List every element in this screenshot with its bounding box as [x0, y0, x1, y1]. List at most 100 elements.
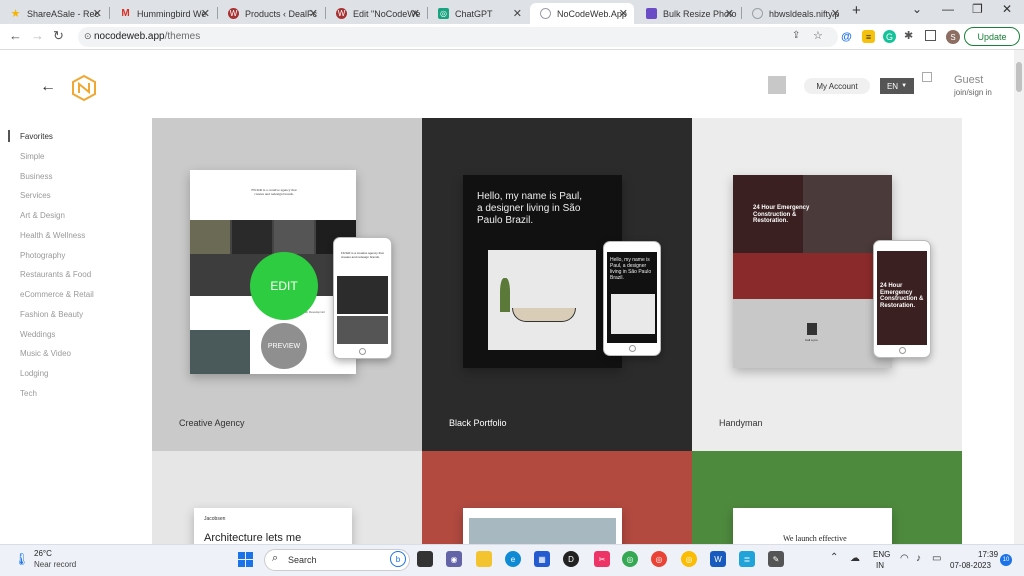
category-lodging[interactable]: Lodging	[20, 369, 48, 378]
mock-phone-headline: FILTeR is a creative agency that creates…	[341, 251, 384, 259]
caret-down-icon: ▼	[901, 83, 908, 89]
tab-search-chevron-icon[interactable]: ⌄	[912, 2, 922, 16]
maximize-icon[interactable]: ❐	[972, 2, 983, 16]
share-icon[interactable]: ⇪	[792, 30, 800, 41]
category-services[interactable]: Services	[20, 191, 51, 200]
at-extension-icon[interactable]: @	[840, 30, 853, 43]
reload-icon[interactable]: ↻	[53, 28, 64, 44]
theme-name: Handyman	[719, 418, 763, 428]
edge-icon[interactable]: e	[505, 551, 521, 567]
chrome-profile-icon[interactable]: ◎	[651, 551, 667, 567]
nocodeweb-logo[interactable]	[70, 74, 98, 102]
minimize-icon[interactable]: —	[942, 2, 954, 16]
volume-icon[interactable]: ♪	[916, 553, 921, 564]
tab-hbwsldeals[interactable]: hbwsldeals.nifty.p ✕	[742, 3, 846, 24]
category-music-video[interactable]: Music & Video	[20, 349, 71, 358]
word-icon[interactable]: W	[710, 551, 726, 567]
gmail-icon: M	[121, 8, 130, 19]
category-ecommerce-retail[interactable]: eCommerce & Retail	[20, 290, 94, 299]
forward-icon[interactable]: →	[31, 28, 44, 43]
tab-shareasale[interactable]: ★ ShareASale - Rec ✕	[0, 3, 108, 24]
url-host: nocodeweb.app	[94, 31, 165, 42]
extensions-puzzle-icon[interactable]: ✱	[904, 29, 913, 42]
search-icon: ⌕	[272, 552, 279, 564]
tray-chevron-icon[interactable]: ⌃	[830, 552, 838, 563]
task-view-icon[interactable]	[417, 551, 433, 567]
profile-avatar[interactable]: S	[946, 30, 960, 44]
weather-temperature[interactable]: 26°C	[34, 549, 52, 558]
category-art-design[interactable]: Art & Design	[20, 211, 65, 220]
notepad-icon[interactable]: ≣	[739, 551, 755, 567]
tab-nocodeweb-active[interactable]: NoCodeWeb.App ✕	[530, 3, 634, 24]
taskbar-search-box[interactable]	[264, 549, 410, 571]
category-weddings[interactable]: Weddings	[20, 330, 55, 339]
file-explorer-icon[interactable]	[476, 551, 492, 567]
battery-icon[interactable]: ▭	[932, 553, 941, 564]
snipping-tool-icon[interactable]: ✂	[594, 551, 610, 567]
chrome-other-icon[interactable]: ◎	[681, 551, 697, 567]
teams-chat-icon[interactable]: ◉	[446, 551, 462, 567]
category-restaurants-food[interactable]: Restaurants & Food	[20, 270, 91, 279]
back-icon[interactable]: ←	[9, 28, 22, 43]
category-simple[interactable]: Simple	[20, 152, 44, 161]
honey-extension-icon[interactable]: ≡	[862, 30, 875, 43]
bookmark-star-icon[interactable]: ☆	[813, 29, 823, 42]
bing-icon[interactable]: b	[390, 551, 406, 567]
category-health-wellness[interactable]: Health & Wellness	[20, 231, 85, 240]
join-signin-link[interactable]: join/sign in	[954, 88, 992, 97]
side-panel-icon[interactable]	[925, 30, 936, 41]
cart-placeholder[interactable]	[768, 76, 786, 94]
close-icon[interactable]: ✕	[201, 7, 210, 20]
mock-phone-headline: 24 Hour Emergency Construction & Restora…	[880, 283, 924, 309]
scrollbar-thumb[interactable]	[1016, 62, 1022, 92]
mock-headline: Architecture lets me	[204, 532, 302, 544]
close-icon[interactable]: ✕	[831, 7, 840, 20]
notification-badge[interactable]: 10	[1000, 554, 1012, 566]
tab-edit-nocodeweb[interactable]: W Edit "NoCodeWe ✕	[326, 3, 426, 24]
clock-date[interactable]: 07-08-2023	[950, 561, 991, 570]
chrome-icon[interactable]: ◎	[622, 551, 638, 567]
preview-theme-button[interactable]: PREVIEW	[261, 323, 307, 369]
weather-icon[interactable]: 🌡	[14, 552, 29, 566]
update-button[interactable]: Update	[964, 27, 1020, 46]
cloud-icon[interactable]: ☁	[850, 553, 860, 564]
category-fashion-beauty[interactable]: Fashion & Beauty	[20, 310, 83, 319]
input-region[interactable]: IN	[876, 561, 884, 570]
language-select[interactable]: EN ▼	[880, 78, 914, 94]
close-icon[interactable]: ✕	[93, 7, 102, 20]
tab-hummingbird[interactable]: M Hummingbird We ✕	[110, 3, 216, 24]
edit-theme-button[interactable]: EDIT	[250, 252, 318, 320]
wifi-icon[interactable]: ◠	[900, 553, 909, 564]
grammarly-extension-icon[interactable]: G	[883, 30, 896, 43]
my-account-button[interactable]: My Account	[804, 78, 870, 94]
input-language[interactable]: ENG	[873, 550, 890, 559]
tab-chatgpt[interactable]: ◎ ChatGPT ✕	[428, 3, 528, 24]
tab-products[interactable]: W Products ‹ DealFc ✕	[218, 3, 324, 24]
close-icon[interactable]: ✕	[513, 7, 522, 20]
category-tech[interactable]: Tech	[20, 389, 37, 398]
windows-start-icon[interactable]	[238, 552, 253, 567]
close-icon[interactable]: ✕	[725, 7, 734, 20]
theme-mobile-preview: 24 Hour Emergency Construction & Restora…	[873, 240, 931, 358]
close-window-icon[interactable]: ✕	[1002, 2, 1012, 16]
back-arrow-icon[interactable]: ←	[40, 78, 56, 96]
sticky-notes-icon[interactable]: ✎	[768, 551, 784, 567]
url-text[interactable]: nocodeweb.app/themes	[94, 31, 200, 42]
category-photography[interactable]: Photography	[20, 251, 65, 260]
close-icon[interactable]: ✕	[411, 7, 420, 20]
language-label: EN	[886, 81, 899, 91]
weather-description[interactable]: Near record	[34, 560, 76, 569]
category-favorites[interactable]: Favorites	[20, 132, 53, 141]
url-path: /themes	[164, 31, 201, 42]
new-tab-button[interactable]: +	[852, 2, 861, 19]
category-business[interactable]: Business	[20, 172, 52, 181]
theme-desktop-preview: Hello, my name is Paul, a designer livin…	[463, 175, 622, 368]
store-icon[interactable]: ▦	[534, 551, 550, 567]
tab-bulk-resize[interactable]: Bulk Resize Photo ✕	[636, 3, 740, 24]
site-info-icon[interactable]: ⊙	[84, 31, 92, 42]
clock-time[interactable]: 17:39	[978, 550, 998, 559]
close-icon[interactable]: ✕	[619, 7, 628, 20]
close-icon[interactable]: ✕	[309, 7, 318, 20]
dell-icon[interactable]: D	[563, 551, 579, 567]
page-scrollbar[interactable]	[1014, 50, 1024, 544]
